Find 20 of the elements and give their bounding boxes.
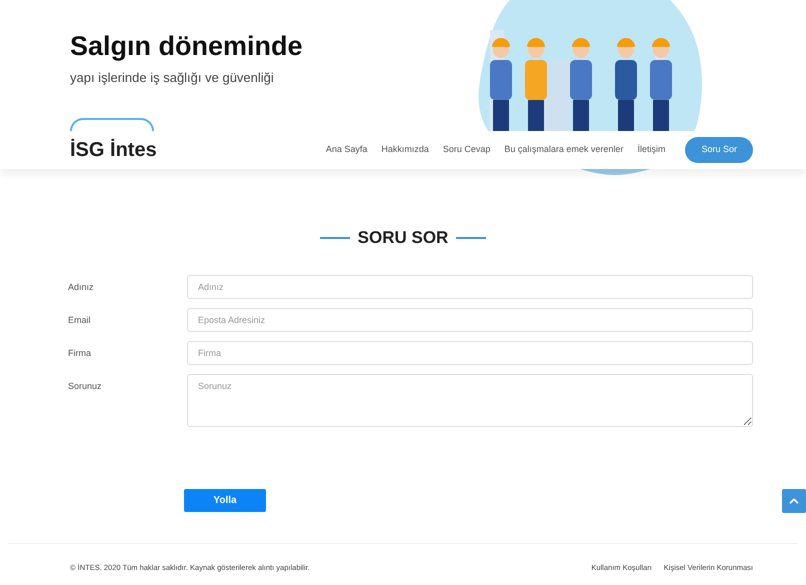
blob-shape: [580, 169, 650, 175]
nav-link[interactable]: Ana Sayfa: [326, 143, 368, 157]
section-title: SORU SOR: [358, 227, 448, 249]
input-field[interactable]: Adınız: [187, 274, 753, 298]
field-label: Adınız: [68, 280, 95, 294]
submit-button[interactable]: Yolla: [184, 489, 266, 512]
field-label: Email: [68, 314, 92, 326]
field-label: Firma: [68, 346, 92, 360]
field-label: Sorunuz: [68, 380, 103, 392]
hero-title: Salgın döneminde: [70, 30, 303, 63]
nav-link[interactable]: İletişim: [637, 143, 666, 157]
nav-link[interactable]: Hakkımızda: [381, 143, 429, 157]
site-logo[interactable]: İSG İntes: [70, 135, 157, 165]
nav-link[interactable]: Soru Cevap: [442, 143, 490, 157]
scroll-top-button[interactable]: [782, 488, 806, 512]
nav-link[interactable]: Bu çalışmalara emek verenler: [504, 143, 624, 157]
input-field[interactable]: Eposta Adresiniz: [187, 308, 753, 332]
input-field[interactable]: Firma: [187, 340, 753, 364]
question-field[interactable]: Sorunuz: [187, 374, 753, 426]
hero-subtitle: yapı işlerinde iş sağlığı ve güvenliği: [70, 68, 274, 87]
